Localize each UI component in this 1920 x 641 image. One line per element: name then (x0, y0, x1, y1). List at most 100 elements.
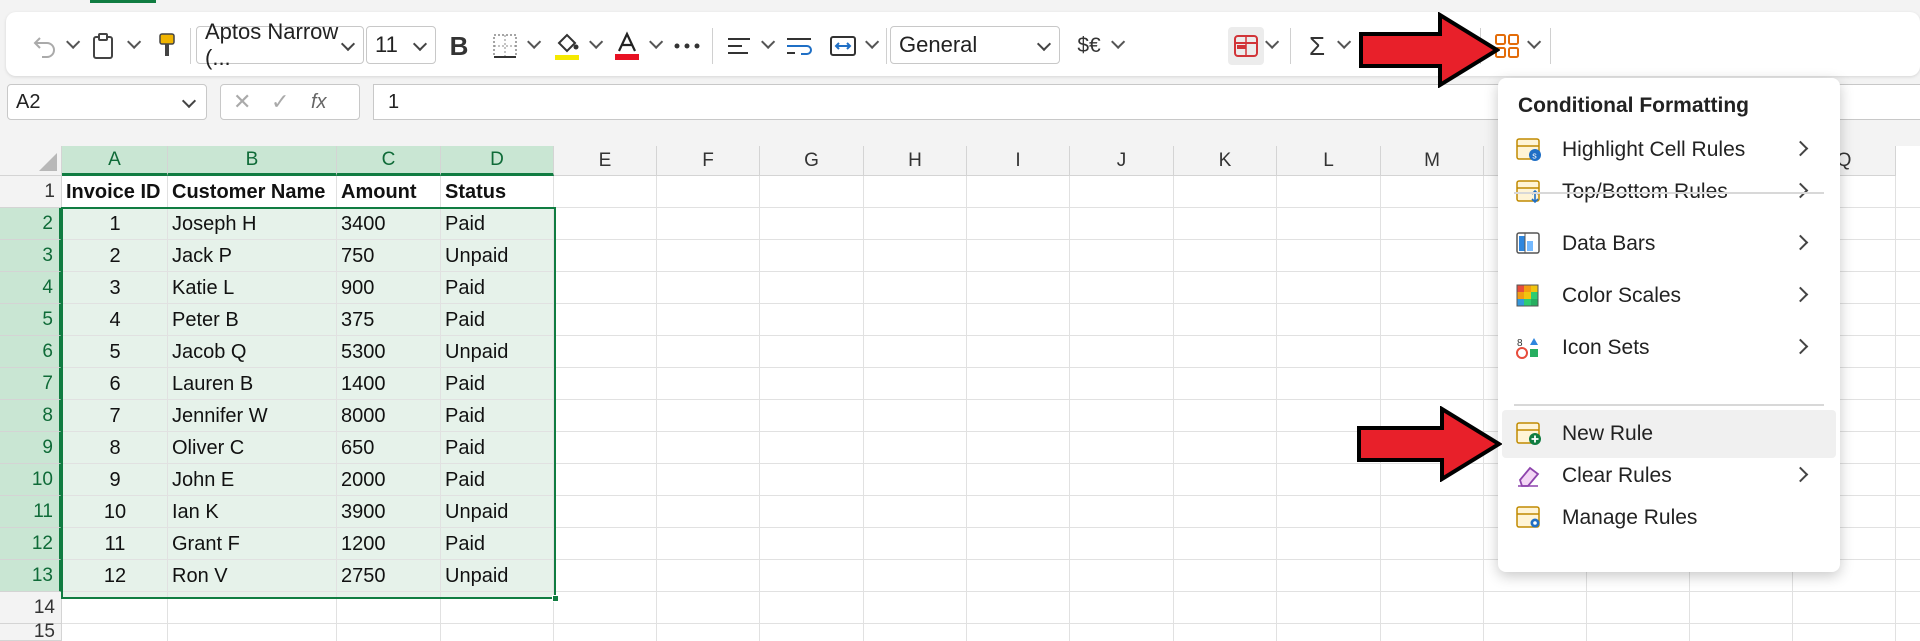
submenu-chevron-icon (1792, 234, 1809, 251)
column-header-i[interactable]: I (967, 146, 1070, 176)
column-header-k[interactable]: K (1174, 146, 1277, 176)
conditional-formatting-chevron-icon[interactable] (1262, 34, 1278, 54)
grid-column-line (863, 176, 864, 641)
insert-function-icon[interactable]: fx (311, 91, 327, 114)
manage-rules-icon (1516, 506, 1540, 528)
bold-icon[interactable]: B (442, 29, 476, 63)
menu-item-data-bars[interactable]: Data Bars (1502, 220, 1836, 268)
row-header-9[interactable]: 9 (0, 432, 62, 464)
more-options-icon[interactable] (670, 29, 704, 63)
name-box-value: A2 (16, 90, 41, 113)
submenu-chevron-icon (1792, 286, 1809, 303)
column-header-g[interactable]: G (760, 146, 864, 176)
add-ins-dropdown-chevron-icon[interactable] (1524, 34, 1540, 54)
grid-column-line (1173, 176, 1174, 641)
autosum-icon[interactable]: Σ (1300, 29, 1334, 63)
menu-item-label: Data Bars (1562, 232, 1656, 255)
font-name-combo[interactable]: Aptos Narrow (... (196, 19, 364, 70)
header-cell-status[interactable]: Status (441, 176, 554, 208)
grid-row-line (62, 623, 1920, 624)
row-header-12[interactable]: 12 (0, 528, 62, 560)
column-header-l[interactable]: L (1277, 146, 1381, 176)
row-header-4[interactable]: 4 (0, 272, 62, 304)
borders-icon[interactable] (488, 29, 522, 63)
row-header-8[interactable]: 8 (0, 400, 62, 432)
row-header-11[interactable]: 11 (0, 496, 62, 528)
conditional-formatting-icon[interactable] (1228, 27, 1264, 65)
fill-color-icon[interactable] (550, 29, 584, 63)
column-header-f[interactable]: F (657, 146, 760, 176)
column-header-a[interactable]: A (62, 146, 168, 176)
merge-center-icon[interactable] (826, 29, 860, 63)
svg-text:s: s (1532, 151, 1537, 161)
row-header-2[interactable]: 2 (0, 208, 62, 240)
icon-sets-icon: 8 (1516, 338, 1538, 359)
number-format-combo[interactable]: General (890, 26, 1060, 64)
row-header-10[interactable]: 10 (0, 464, 62, 496)
annotation-arrow-conditional-formatting (1359, 12, 1500, 88)
ribbon-toolbar: Aptos Narrow (... 11 B General $€ Σ (6, 12, 1920, 76)
column-header-c[interactable]: C (337, 146, 441, 176)
align-left-icon[interactable] (722, 29, 756, 63)
header-cell-amount[interactable]: Amount (337, 176, 441, 208)
number-format-value: General (899, 32, 978, 57)
menu-item-new-rule[interactable]: New Rule (1502, 410, 1836, 458)
menu-item-color-scales[interactable]: Color Scales (1502, 272, 1836, 320)
data-bars-icon (1516, 232, 1540, 254)
borders-dropdown-chevron-icon[interactable] (524, 34, 540, 54)
column-header-j[interactable]: J (1070, 146, 1174, 176)
column-header-b[interactable]: B (168, 146, 337, 176)
header-cell-invoice-id[interactable]: Invoice ID (62, 176, 168, 208)
menu-item-highlight-cell-rules[interactable]: s Highlight Cell Rules (1502, 126, 1836, 174)
column-header-e[interactable]: E (554, 146, 657, 176)
name-box[interactable]: A2 (7, 84, 207, 120)
format-painter-icon[interactable] (150, 29, 184, 63)
row-header-3[interactable]: 3 (0, 240, 62, 272)
ribbon-separator (1290, 28, 1291, 64)
grid-column-line (1895, 176, 1896, 641)
header-cell-customer-name[interactable]: Customer Name (168, 176, 337, 208)
undo-icon[interactable] (28, 29, 62, 63)
enter-icon[interactable]: ✓ (271, 89, 289, 115)
column-header-h[interactable]: H (864, 146, 967, 176)
font-color-icon[interactable] (610, 29, 644, 63)
submenu-chevron-icon (1792, 466, 1809, 483)
font-size-value: 11 (375, 32, 398, 57)
merge-dropdown-chevron-icon[interactable] (862, 34, 878, 54)
row-header-13[interactable]: 13 (0, 560, 62, 592)
fill-color-dropdown-chevron-icon[interactable] (586, 34, 602, 54)
menu-item-manage-rules[interactable]: Manage Rules (1502, 494, 1836, 542)
select-all-corner[interactable] (0, 146, 62, 176)
row-header-6[interactable]: 6 (0, 336, 62, 368)
undo-dropdown-chevron-icon[interactable] (63, 34, 79, 54)
wrap-text-icon[interactable] (782, 29, 816, 63)
font-size-combo[interactable]: 11 (366, 26, 436, 64)
font-color-dropdown-chevron-icon[interactable] (646, 34, 662, 54)
name-box-chevron-icon (181, 93, 197, 109)
color-scales-icon (1516, 284, 1539, 307)
row-header-14[interactable]: 14 (0, 592, 62, 624)
clipboard-icon[interactable] (86, 29, 120, 63)
fill-handle[interactable] (552, 595, 559, 602)
row-header-5[interactable]: 5 (0, 304, 62, 336)
conditional-formatting-menu: Conditional Formatting s Highlight Cell … (1498, 78, 1840, 572)
alignment-dropdown-chevron-icon[interactable] (758, 34, 774, 54)
paste-dropdown-chevron-icon[interactable] (124, 34, 140, 54)
menu-item-clear-rules[interactable]: Clear Rules (1502, 452, 1836, 500)
grid-column-line (759, 176, 760, 641)
menu-separator (1514, 192, 1824, 194)
grid-column-line (656, 176, 657, 641)
currency-format-icon[interactable]: $€ (1072, 29, 1106, 63)
menu-item-label: Manage Rules (1562, 506, 1698, 529)
cancel-icon[interactable]: ✕ (233, 89, 251, 115)
autosum-dropdown-chevron-icon[interactable] (1334, 34, 1350, 54)
column-header-m[interactable]: M (1381, 146, 1484, 176)
row-header-7[interactable]: 7 (0, 368, 62, 400)
ribbon-separator (886, 28, 887, 64)
row-header-1[interactable]: 1 (0, 176, 62, 208)
menu-item-icon-sets[interactable]: 8 Icon Sets (1502, 324, 1836, 372)
font-size-chevron-icon (412, 36, 428, 52)
currency-dropdown-chevron-icon[interactable] (1108, 34, 1124, 54)
row-header-15[interactable]: 15 (0, 621, 62, 641)
column-header-d[interactable]: D (441, 146, 554, 176)
